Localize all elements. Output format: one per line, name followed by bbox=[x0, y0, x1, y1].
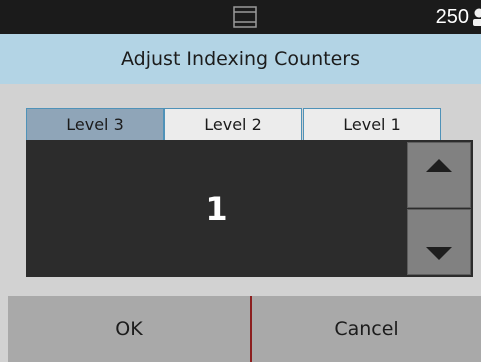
ok-button[interactable]: OK bbox=[8, 296, 250, 362]
ok-button-label: OK bbox=[115, 318, 143, 340]
decrement-button[interactable] bbox=[407, 209, 471, 275]
tab-level-1[interactable]: Level 1 bbox=[303, 108, 441, 140]
cancel-button-label: Cancel bbox=[334, 318, 399, 340]
arrow-down-icon bbox=[426, 247, 452, 260]
level-tabs: Level 3 Level 2 Level 1 bbox=[26, 108, 442, 140]
tab-label: Level 1 bbox=[343, 115, 401, 134]
user-icon bbox=[473, 8, 481, 26]
counter-panel: Level 3 Level 2 Level 1 1 bbox=[0, 84, 481, 295]
counter-value: 1 bbox=[205, 189, 228, 228]
counter-display: 1 bbox=[26, 140, 473, 277]
tab-level-2[interactable]: Level 2 bbox=[164, 108, 302, 140]
tab-label: Level 2 bbox=[204, 115, 262, 134]
output-tray-icon bbox=[233, 6, 257, 28]
dialog-title: Adjust Indexing Counters bbox=[121, 48, 360, 70]
arrow-up-icon bbox=[426, 159, 452, 172]
cancel-button[interactable]: Cancel bbox=[252, 296, 481, 362]
increment-button[interactable] bbox=[407, 142, 471, 208]
tab-label: Level 3 bbox=[66, 115, 124, 134]
dialog-buttons: OK Cancel bbox=[0, 295, 481, 362]
tab-level-3[interactable]: Level 3 bbox=[26, 108, 164, 140]
sheet-count: 250 bbox=[435, 6, 469, 28]
status-bar: 250 bbox=[0, 0, 481, 34]
dialog-header: Adjust Indexing Counters bbox=[0, 34, 481, 84]
counter-stepper bbox=[407, 142, 471, 275]
scanner-screen: 250 Adjust Indexing Counters Level 3 Lev… bbox=[0, 0, 481, 362]
